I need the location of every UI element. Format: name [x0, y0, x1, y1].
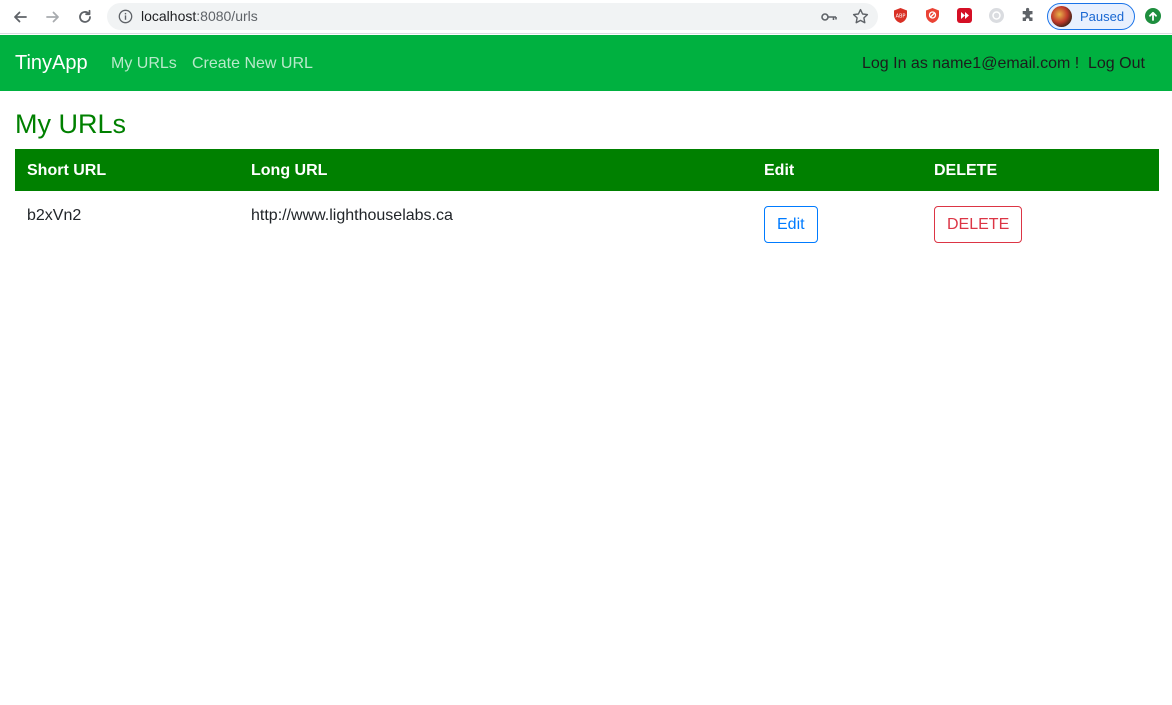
table-row: b2xVn2 http://www.lighthouselabs.ca Edit…	[15, 191, 1159, 255]
login-status: Log In as name1@email.com !	[862, 55, 1080, 72]
update-arrow-icon[interactable]	[1145, 8, 1161, 24]
page-title: My URLs	[15, 109, 127, 139]
profile-button[interactable]: Paused	[1047, 3, 1135, 30]
puzzle-extensions-icon[interactable]	[1020, 7, 1037, 24]
table-header: Short URL Long URL Edit DELETE	[15, 149, 1159, 191]
key-icon[interactable]	[820, 8, 838, 25]
nav-my-urls[interactable]: My URLs	[111, 54, 177, 73]
app-navbar: TinyApp My URLs Create New URL Log In as…	[0, 35, 1172, 91]
urls-table: Short URL Long URL Edit DELETE b2xVn2 ht…	[15, 149, 1159, 255]
brand-link[interactable]: TinyApp	[15, 52, 88, 75]
header-edit: Edit	[764, 162, 795, 179]
browser-toolbar: localhost:8080/urls ABP Paused	[0, 0, 1172, 34]
short-url-cell: b2xVn2	[27, 207, 82, 224]
address-host: localhost	[141, 8, 197, 24]
delete-button[interactable]: DELETE	[934, 206, 1023, 243]
header-short-url: Short URL	[27, 162, 107, 179]
circle-extension-icon[interactable]	[988, 7, 1005, 24]
logout-link[interactable]: Log Out	[1088, 54, 1145, 73]
bookmark-star-icon[interactable]	[851, 7, 870, 26]
profile-status: Paused	[1080, 9, 1125, 24]
header-delete: DELETE	[934, 162, 998, 179]
edit-button[interactable]: Edit	[764, 206, 818, 243]
back-icon[interactable]	[8, 5, 32, 29]
address-url[interactable]: localhost:8080/urls	[141, 8, 258, 25]
nav-create-new-url[interactable]: Create New URL	[192, 54, 313, 73]
long-url-cell: http://www.lighthouselabs.ca	[251, 207, 453, 224]
svg-text:ABP: ABP	[896, 14, 906, 20]
shield-extension-icon[interactable]	[924, 7, 941, 24]
avatar	[1051, 6, 1072, 27]
header-long-url: Long URL	[251, 162, 328, 179]
address-path: :8080/urls	[196, 8, 258, 24]
forward-icon[interactable]	[41, 5, 65, 29]
reload-icon[interactable]	[73, 5, 97, 29]
address-bar[interactable]: localhost:8080/urls	[107, 3, 878, 30]
media-extension-icon[interactable]	[956, 7, 973, 24]
site-info-icon[interactable]	[117, 8, 134, 25]
adblock-extension-icon[interactable]: ABP	[892, 7, 909, 24]
